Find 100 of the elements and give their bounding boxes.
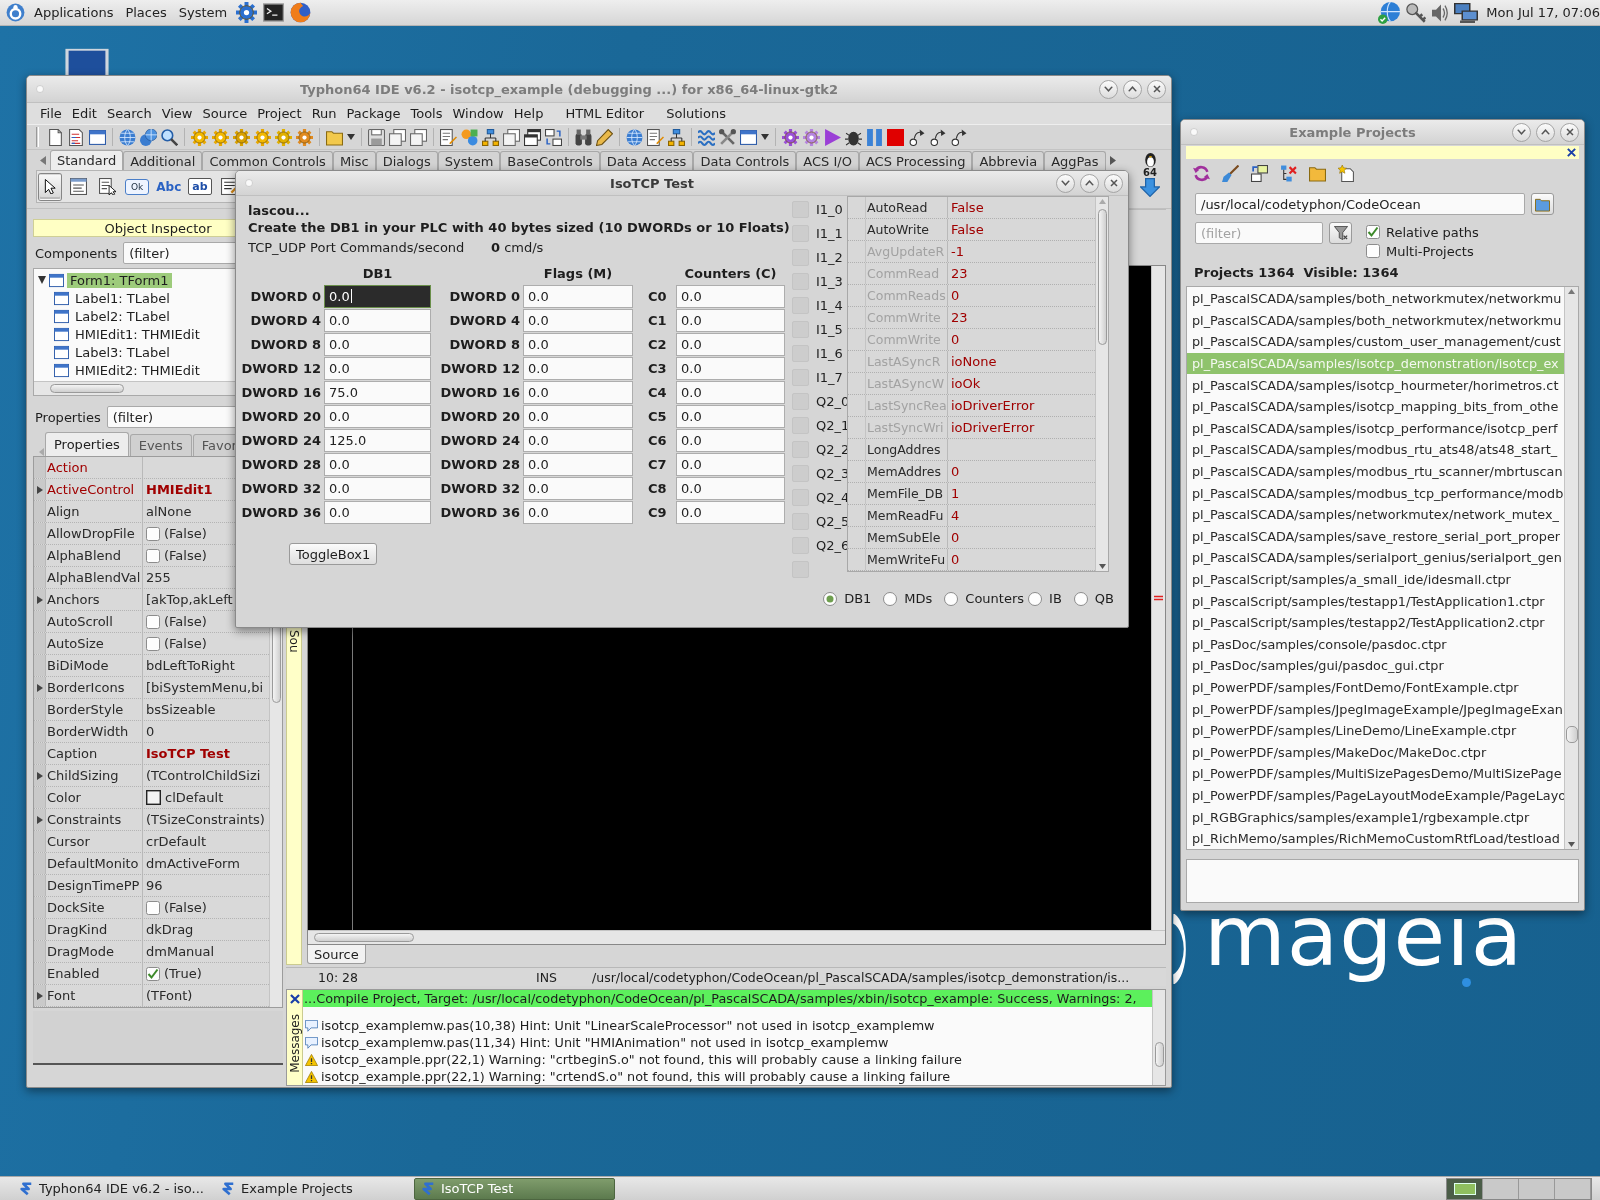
- cursor-position: 10: 28: [317, 969, 359, 985]
- property-value: HMIEdit1: [146, 482, 213, 497]
- property-name: LongAddres: [867, 442, 941, 457]
- property-value: 0: [951, 464, 960, 479]
- property-value: ioDriverError: [951, 398, 1035, 413]
- property-value: alNone: [146, 504, 192, 519]
- option-label: Relative paths: [1386, 224, 1479, 240]
- field-label: C2: [647, 336, 667, 352]
- property-name: AlphaBlend: [47, 548, 121, 563]
- property-value: 0: [951, 288, 960, 303]
- property-value: False: [951, 200, 984, 215]
- platform-label: 64: [1143, 167, 1157, 178]
- window-title: Example Projects: [1289, 124, 1416, 140]
- property-name: BiDiMode: [47, 658, 109, 673]
- field-label: DWORD 16: [241, 384, 322, 400]
- property-value: ioOk: [951, 376, 981, 391]
- field-label: DWORD 8: [449, 336, 521, 352]
- field-label: DWORD 12: [440, 360, 521, 376]
- property-value: 0: [951, 530, 960, 545]
- property-name: BorderWidth: [47, 724, 129, 739]
- bit-label: I1_6: [816, 345, 843, 361]
- property-name: Action: [47, 460, 88, 475]
- property-name: Caption: [47, 746, 98, 761]
- bit-label: I1_1: [816, 225, 843, 241]
- property-value: (TSizeConstraints): [146, 812, 265, 827]
- property-value: clDefault: [165, 790, 224, 805]
- property-value: [akTop,akLeft: [146, 592, 233, 607]
- rate-value: 0 cmd/s: [491, 240, 544, 255]
- property-name: AutoScroll: [47, 614, 113, 629]
- property-value: 23: [951, 266, 968, 281]
- property-name: Font: [47, 988, 76, 1003]
- property-value: 96: [146, 878, 163, 893]
- property-name: DefaultMonito: [47, 856, 139, 871]
- property-value: -1: [951, 244, 964, 259]
- field-label: DWORD 32: [241, 480, 322, 496]
- property-name: MemFile_DB: [867, 486, 944, 501]
- bit-label: I1_7: [816, 369, 843, 385]
- project-count: Projects 1364: [1194, 264, 1295, 280]
- property-value: [biSystemMenu,bi: [146, 680, 264, 695]
- property-value: crDefault: [146, 834, 206, 849]
- field-label: DWORD 20: [440, 408, 521, 424]
- property-name: AllowDropFile: [47, 526, 135, 541]
- field-label: C6: [647, 432, 667, 448]
- radio-label: QB: [1094, 591, 1114, 606]
- property-name: MemSubEle: [867, 530, 941, 545]
- property-value: (TFont): [146, 988, 193, 1003]
- property-value: dmManual: [146, 944, 215, 959]
- property-value: (False): [164, 614, 207, 629]
- radio-label: Counters: [965, 591, 1025, 606]
- property-value: 0: [951, 332, 960, 347]
- column-heading: Counters (C): [684, 265, 777, 281]
- radio-label: IB: [1049, 591, 1062, 606]
- property-value: dmActiveForm: [146, 856, 240, 871]
- field-label: C4: [647, 384, 667, 400]
- field-label: DWORD 0: [449, 288, 521, 304]
- property-name: BorderIcons: [47, 680, 125, 695]
- property-name: DragKind: [47, 922, 108, 937]
- property-name: AlphaBlendVal: [47, 570, 141, 585]
- property-name: Color: [47, 790, 81, 805]
- field-label: C1: [647, 312, 667, 328]
- radio-label: MDs: [904, 591, 933, 606]
- property-value: (False): [164, 636, 207, 651]
- property-value: 23: [951, 310, 968, 325]
- field-label: DWORD 28: [440, 456, 521, 472]
- property-name: Align: [47, 504, 80, 519]
- field-label: DWORD 36: [440, 504, 521, 520]
- property-name: Anchors: [47, 592, 100, 607]
- property-value: (True): [164, 966, 202, 981]
- field-label: DWORD 4: [250, 312, 322, 328]
- properties-label: Properties: [35, 409, 101, 425]
- property-value: 0: [951, 552, 960, 567]
- property-value: False: [951, 222, 984, 237]
- property-value: 1: [951, 486, 960, 501]
- property-value: (False): [164, 526, 207, 541]
- field-label: C0: [647, 288, 667, 304]
- property-name: MemReadFu: [867, 508, 944, 523]
- window-title: Typhon64 IDE v6.2 - isotcp_example (debugging ...) for x86_64-linux-gtk2: [299, 81, 839, 97]
- column-heading: Flags (M): [543, 265, 613, 281]
- bit-label: Q2_1: [816, 418, 850, 434]
- field-label: C5: [647, 408, 667, 424]
- field-label: DWORD 24: [440, 432, 521, 448]
- field-label: C7: [647, 456, 667, 472]
- property-name: MemAddres: [867, 464, 941, 479]
- bit-label: I1_5: [816, 321, 843, 337]
- property-name: AutoSize: [47, 636, 104, 651]
- field-label: DWORD 28: [241, 456, 322, 472]
- property-value: 0: [146, 724, 155, 739]
- visible-count: Visible: 1364: [1303, 264, 1399, 280]
- bit-label: I1_4: [816, 297, 843, 313]
- bit-label: I1_2: [816, 249, 843, 265]
- property-name: AutoWrite: [867, 222, 930, 237]
- window-title: IsoTCP Test: [610, 175, 694, 191]
- file-path: /usr/local/codetyphon/CodeOcean/pl_PascalSCADA/samples/isotcp_demonstration/is...: [591, 969, 1130, 985]
- property-name: ChildSizing: [47, 768, 119, 783]
- components-label: Components: [35, 245, 118, 261]
- property-value: (TControlChildSizi: [146, 768, 261, 783]
- property-name: DesignTimePP: [47, 878, 140, 893]
- property-value: bdLeftToRight: [146, 658, 235, 673]
- property-name: Constraints: [47, 812, 122, 827]
- property-value: 255: [146, 570, 171, 585]
